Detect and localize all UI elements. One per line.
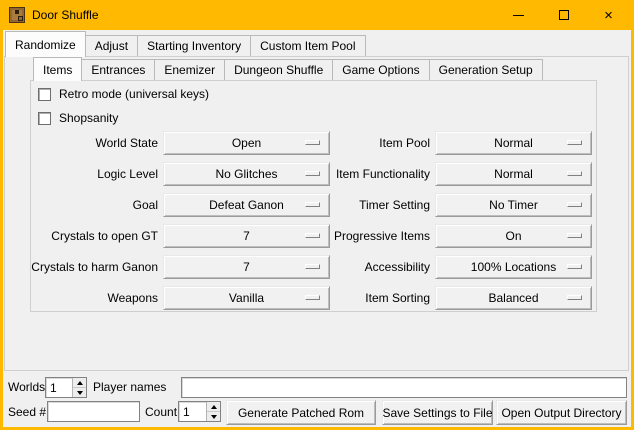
titlebar[interactable]: Door Shuffle × [0, 0, 634, 30]
weapons-dropdown[interactable]: Vanilla [163, 286, 330, 310]
item-sorting-dropdown[interactable]: Balanced [435, 286, 592, 310]
item-functionality-dropdown[interactable]: Normal [435, 162, 592, 186]
crystals-ganon-label: Crystals to harm Ganon [26, 255, 158, 279]
worlds-spin-down-button[interactable] [73, 388, 86, 397]
tab-enemizer[interactable]: Enemizer [154, 59, 225, 80]
tab-dungeon-shuffle[interactable]: Dungeon Shuffle [224, 59, 333, 80]
player-names-input[interactable] [181, 377, 627, 398]
shopsanity-checkbox[interactable] [38, 112, 51, 125]
tab-game-options[interactable]: Game Options [332, 59, 429, 80]
close-icon: × [604, 8, 613, 23]
dropdown-indicator-icon [305, 171, 320, 176]
generate-patched-rom-button[interactable]: Generate Patched Rom [226, 400, 376, 425]
tab-starting-inventory[interactable]: Starting Inventory [137, 35, 251, 56]
count-label: Count [145, 402, 177, 423]
main-tab-bar: Randomize Adjust Starting Inventory Cust… [5, 32, 366, 56]
dropdown-indicator-icon [305, 202, 320, 207]
worlds-spin-up-button[interactable] [73, 378, 86, 388]
sub-tab-bar: Items Entrances Enemizer Dungeon Shuffle… [33, 58, 543, 80]
goal-dropdown[interactable]: Defeat Ganon [163, 193, 330, 217]
weapons-value: Vanilla [229, 291, 264, 305]
goal-label: Goal [26, 193, 158, 217]
dropdown-indicator-icon [567, 140, 582, 145]
retro-mode-checkbox[interactable] [38, 88, 51, 101]
count-spinbox [178, 401, 221, 422]
dropdown-indicator-icon [567, 171, 582, 176]
item-pool-label: Item Pool [325, 131, 430, 155]
shopsanity-row: Shopsanity [38, 111, 118, 125]
maximize-button[interactable] [541, 0, 586, 30]
minimize-icon [513, 15, 524, 16]
crystals-ganon-dropdown[interactable]: 7 [163, 255, 330, 279]
timer-setting-label: Timer Setting [325, 193, 430, 217]
app-door-icon [9, 7, 25, 23]
crystals-gt-label: Crystals to open GT [26, 224, 158, 248]
worlds-spinbox [45, 377, 87, 398]
minimize-button[interactable] [496, 0, 541, 30]
count-spin-down-button[interactable] [207, 412, 220, 421]
item-functionality-label: Item Functionality [325, 162, 430, 186]
dropdown-indicator-icon [567, 295, 582, 300]
tab-generation-setup[interactable]: Generation Setup [429, 59, 543, 80]
crystals-gt-value: 7 [243, 229, 250, 243]
world-state-label: World State [26, 131, 158, 155]
dropdown-indicator-icon [567, 233, 582, 238]
arrow-down-icon [77, 391, 83, 395]
dropdown-indicator-icon [305, 140, 320, 145]
arrow-up-icon [77, 381, 83, 385]
progressive-items-dropdown[interactable]: On [435, 224, 592, 248]
logic-level-value: No Glitches [215, 167, 277, 181]
arrow-up-icon [211, 405, 217, 409]
item-sorting-value: Balanced [488, 291, 538, 305]
progressive-items-label: Progressive Items [325, 224, 430, 248]
timer-setting-dropdown[interactable]: No Timer [435, 193, 592, 217]
app-window: Door Shuffle × Randomize Adjust Starting… [0, 0, 634, 430]
weapons-label: Weapons [26, 286, 158, 310]
item-pool-dropdown[interactable]: Normal [435, 131, 592, 155]
accessibility-dropdown[interactable]: 100% Locations [435, 255, 592, 279]
retro-mode-row: Retro mode (universal keys) [38, 87, 209, 101]
item-functionality-value: Normal [494, 167, 533, 181]
dropdown-indicator-icon [567, 202, 582, 207]
tab-adjust[interactable]: Adjust [85, 35, 138, 56]
world-state-value: Open [232, 136, 261, 150]
window-title: Door Shuffle [32, 0, 99, 30]
count-spin-up-button[interactable] [207, 402, 220, 412]
close-button[interactable]: × [586, 0, 631, 30]
progressive-items-value: On [505, 229, 521, 243]
save-settings-button[interactable]: Save Settings to File [382, 400, 493, 425]
shopsanity-label: Shopsanity [59, 111, 118, 125]
goal-value: Defeat Ganon [209, 198, 284, 212]
crystals-gt-dropdown[interactable]: 7 [163, 224, 330, 248]
crystals-ganon-value: 7 [243, 260, 250, 274]
count-input[interactable] [179, 402, 206, 421]
retro-mode-label: Retro mode (universal keys) [59, 87, 209, 101]
world-state-dropdown[interactable]: Open [163, 131, 330, 155]
item-pool-value: Normal [494, 136, 533, 150]
worlds-label: Worlds [8, 377, 45, 398]
tab-entrances[interactable]: Entrances [81, 59, 155, 80]
dropdown-indicator-icon [305, 233, 320, 238]
count-spin-buttons [206, 402, 220, 421]
logic-level-dropdown[interactable]: No Glitches [163, 162, 330, 186]
dropdown-indicator-icon [305, 295, 320, 300]
accessibility-value: 100% Locations [471, 260, 556, 274]
tab-randomize[interactable]: Randomize [5, 31, 86, 57]
tab-items[interactable]: Items [33, 57, 82, 81]
player-names-label: Player names [93, 377, 166, 398]
maximize-icon [559, 10, 569, 20]
accessibility-label: Accessibility [325, 255, 430, 279]
logic-level-label: Logic Level [26, 162, 158, 186]
seed-label: Seed # [8, 402, 46, 423]
dropdown-indicator-icon [567, 264, 582, 269]
dropdown-indicator-icon [305, 264, 320, 269]
worlds-spin-buttons [72, 378, 86, 397]
tab-custom-item-pool[interactable]: Custom Item Pool [250, 35, 365, 56]
item-sorting-label: Item Sorting [325, 286, 430, 310]
timer-setting-value: No Timer [489, 198, 538, 212]
arrow-down-icon [211, 415, 217, 419]
seed-input[interactable] [47, 401, 140, 422]
worlds-input[interactable] [46, 378, 72, 397]
open-output-directory-button[interactable]: Open Output Directory [496, 400, 627, 425]
